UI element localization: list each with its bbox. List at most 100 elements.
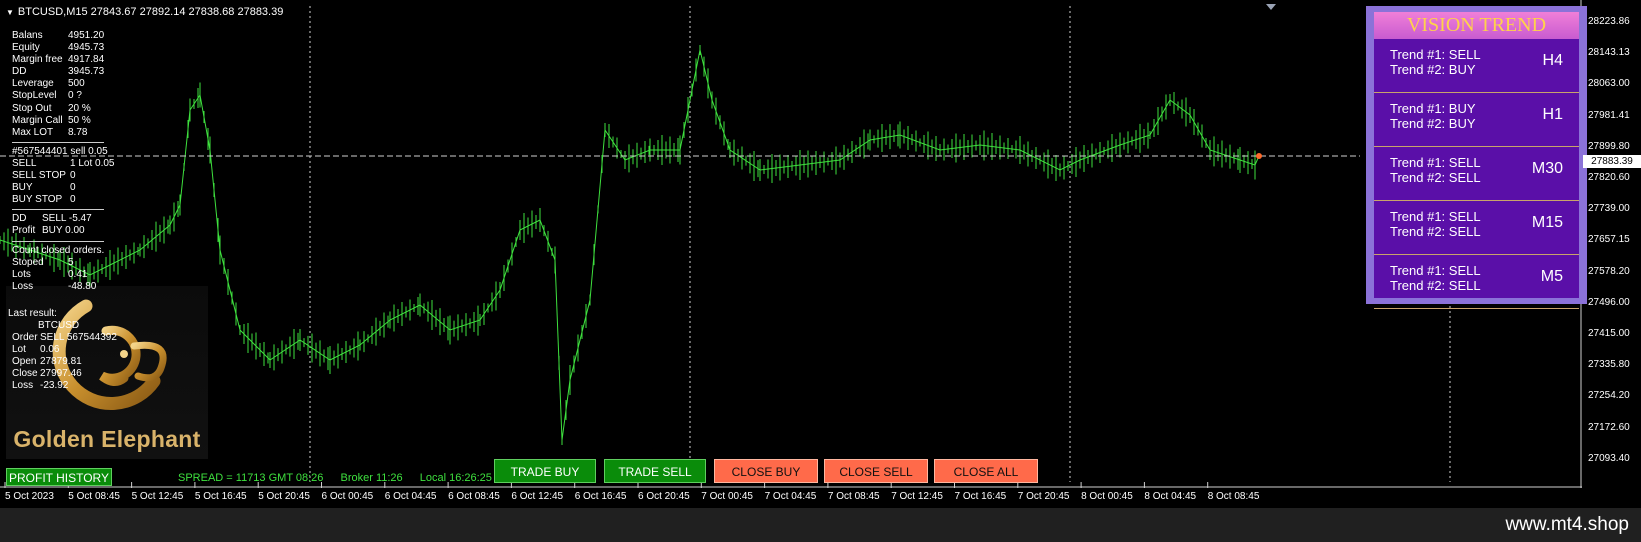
logo-text: Golden Elephant xyxy=(13,426,201,452)
trend-lines: Trend #1: SELL Trend #2: SELL xyxy=(1390,155,1481,185)
status-line: SPREAD = 11713 GMT 08:26 Broker 11:26 Lo… xyxy=(178,472,506,484)
last-result-row: Loss -23.92 xyxy=(8,380,117,392)
time-axis[interactable]: 5 Oct 2023 5 Oct 08:45 5 Oct 12:45 5 Oct 16… xyxy=(0,488,1582,508)
account-row: Margin Call 50 % xyxy=(12,115,114,127)
closed-orders-row: Loss -48.80 xyxy=(12,281,114,293)
closed-orders-title: Count closed orders. xyxy=(12,244,105,256)
last-result-value: 27997.46 xyxy=(40,368,82,379)
close-buy-button[interactable]: CLOSE BUY xyxy=(714,459,818,483)
profit-history-button[interactable]: PROFIT HISTORY xyxy=(6,468,112,486)
closed-orders-row: Lots 0.41 xyxy=(12,269,114,281)
account-row-label: Equity xyxy=(12,42,40,54)
account-row-label: Leverage xyxy=(12,78,54,90)
time-tick-label: 5 Oct 12:45 xyxy=(131,491,184,502)
last-result-row: Close 27997.46 xyxy=(8,368,117,380)
last-result-panel: Last result: BTCUSD Order SELL 567544392 Lot… xyxy=(8,308,117,392)
trend-row-m5: Trend #1: SELL Trend #2: SELL M5 xyxy=(1374,255,1579,309)
last-result-label: Order xyxy=(12,332,38,343)
last-result-row: Order SELL 567544392 xyxy=(8,332,117,344)
account-row: DD 3945.73 xyxy=(12,66,114,78)
trend-lines: Trend #1: SELL Trend #2: BUY xyxy=(1390,47,1481,77)
closed-orders-row-label: Stoped xyxy=(12,256,44,268)
dd-profit-row-label: DD xyxy=(12,213,27,225)
local-time: Local 16:26:25 xyxy=(419,472,492,484)
symbol-line: ▼ BTCUSD,M15 27843.67 27892.14 27838.68 2… xyxy=(6,6,284,18)
trend-1-text: Trend #1: BUY xyxy=(1390,101,1476,116)
account-row-label: Stop Out xyxy=(12,102,52,114)
last-result-row: Open 27879.81 xyxy=(8,356,117,368)
timeframe-label: M5 xyxy=(1540,268,1563,285)
orders-row-label: BUY STOP xyxy=(12,194,63,206)
broker-time: Broker 11:26 xyxy=(340,472,403,484)
last-result-value: 0.06 xyxy=(40,344,60,355)
trend-lines: Trend #1: SELL Trend #2: SELL xyxy=(1390,263,1481,293)
account-row-label: Margin Call xyxy=(12,114,63,126)
trend-2-text: Trend #2: SELL xyxy=(1390,170,1481,185)
spread-text: SPREAD = 11713 GMT 08:26 xyxy=(178,472,324,484)
site-link[interactable]: www.mt4.shop xyxy=(1505,514,1629,536)
trend-1-text: Trend #1: SELL xyxy=(1390,263,1481,278)
trend-2-text: Trend #2: SELL xyxy=(1390,224,1481,239)
close-all-button[interactable]: CLOSE ALL xyxy=(934,459,1038,483)
order-line: #567544401 sell 0.05 xyxy=(12,145,108,157)
last-result-value: -23.92 xyxy=(40,380,69,391)
account-row-value: 3945.73 xyxy=(68,66,105,78)
time-tick-label: 7 Oct 20:45 xyxy=(1017,491,1070,502)
chart-shift-marker[interactable] xyxy=(1266,4,1276,10)
account-row-value: 4945.73 xyxy=(68,42,105,54)
trend-lines: Trend #1: BUY Trend #2: BUY xyxy=(1390,101,1476,131)
last-result-label: Close xyxy=(12,368,38,379)
last-result-label: Open xyxy=(12,356,37,367)
closed-orders-row-value: 5 xyxy=(68,256,74,268)
separator xyxy=(12,209,104,211)
trend-2-text: Trend #2: SELL xyxy=(1390,278,1481,293)
last-result-label: Loss xyxy=(12,380,34,391)
account-row-label: Max LOT xyxy=(12,126,54,138)
account-row: Balans 4951.20 xyxy=(12,30,114,42)
account-row-value: 50 % xyxy=(68,114,91,126)
vision-trend-panel: VISION TREND Trend #1: SELL Trend #2: BUY… xyxy=(1366,6,1587,309)
price-tick-label: 27578.20 xyxy=(1588,265,1630,277)
close-sell-button[interactable]: CLOSE SELL xyxy=(824,459,928,483)
trade-sell-button[interactable]: TRADE SELL xyxy=(604,459,706,483)
time-tick-label: 6 Oct 08:45 xyxy=(448,491,500,502)
account-info-panel: Balans 4951.20 Equity 4945.73 Margin free 491… xyxy=(12,30,114,293)
orders-row: BUY 0 xyxy=(12,182,114,194)
trend-row-m30: Trend #1: SELL Trend #2: SELL M30 xyxy=(1374,147,1579,201)
last-result-label: Lot xyxy=(12,344,26,355)
last-result-value: SELL 567544392 xyxy=(40,332,117,343)
dd-profit-row: Profit BUY 0.00 xyxy=(12,225,114,237)
closed-orders-row-value: 0.41 xyxy=(68,268,88,280)
current-price-marker xyxy=(1256,153,1262,159)
trend-row-m15: Trend #1: SELL Trend #2: SELL M15 xyxy=(1374,201,1579,255)
caret-down-icon[interactable]: ▼ xyxy=(6,8,14,17)
orders-row-value: 1 Lot 0.05 xyxy=(70,157,115,169)
trade-buy-button[interactable]: TRADE BUY xyxy=(494,459,596,483)
account-row: Margin free 4917.84 xyxy=(12,54,114,66)
timeframe-label: H4 xyxy=(1542,52,1563,69)
orders-row-label: SELL xyxy=(12,157,37,169)
time-tick-label: 7 Oct 00:45 xyxy=(701,491,753,502)
orders-row-value: 0 xyxy=(70,194,76,206)
chart-area[interactable]: ▼ BTCUSD,M15 27843.67 27892.14 27838.68 2… xyxy=(0,0,1641,508)
price-tick-label: 28063.00 xyxy=(1588,78,1630,90)
account-row-label: DD xyxy=(12,66,27,78)
last-result-title: Last result: xyxy=(8,308,57,319)
trend-row-h1: Trend #1: BUY Trend #2: BUY H1 xyxy=(1374,93,1579,147)
orders-row: SELL 1 Lot 0.05 xyxy=(12,158,114,170)
orders-row: SELL STOP 0 xyxy=(12,170,114,182)
price-tick-label: 28223.86 xyxy=(1588,16,1630,27)
price-axis[interactable]: 28223.86 28143.13 28063.00 27981.41 27899.80… xyxy=(1582,0,1641,488)
price-chart[interactable] xyxy=(0,0,1582,488)
time-tick-label: 7 Oct 04:45 xyxy=(764,491,817,502)
dd-profit-row: DD SELL -5.47 xyxy=(12,213,114,225)
orders-row: BUY STOP 0 xyxy=(12,194,114,206)
price-tick-label: 27899.80 xyxy=(1588,140,1630,152)
last-result-row: Lot 0.06 xyxy=(8,344,117,356)
account-row-label: StopLevel xyxy=(12,90,57,102)
dd-profit-row-value: SELL -5.47 xyxy=(42,213,92,225)
separator xyxy=(12,240,104,242)
time-tick-label: 8 Oct 04:45 xyxy=(1144,491,1197,502)
timeframe-label: H1 xyxy=(1542,106,1563,123)
trend-lines: Trend #1: SELL Trend #2: SELL xyxy=(1390,209,1481,239)
